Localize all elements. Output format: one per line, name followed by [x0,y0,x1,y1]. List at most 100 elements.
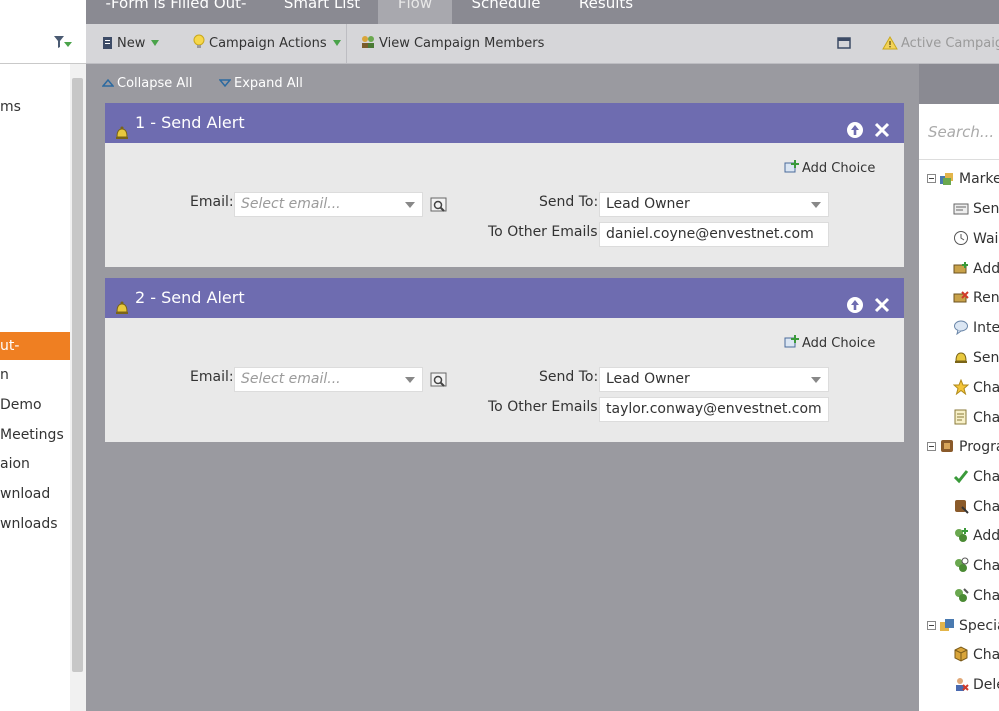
flow-step: 1 - Send Alert Add Choice Email: Select … [105,103,904,267]
members-icon [362,36,374,48]
chevron-down-icon [811,377,821,383]
send-to-value: Lead Owner [606,371,690,387]
toolbar-divider [346,24,347,64]
campaign-tabs: -Form is Filled Out- Smart List Flow Sch… [86,0,999,24]
tab-flow[interactable]: Flow [378,0,452,24]
tree-item[interactable]: wnload [0,480,70,508]
add-choice-button[interactable]: Add Choice [784,159,875,176]
send-to-value: Lead Owner [606,196,690,212]
email-select[interactable]: Select email... [234,367,423,392]
active-campaign-status: Active Campaign [882,34,999,54]
expand-all-button[interactable]: Expand All [218,76,303,92]
add-choice-label: Add Choice [802,161,876,176]
move-up-icon[interactable] [846,114,864,138]
change-program-icon [955,557,969,572]
triangle-down-icon [218,79,232,88]
palette-item[interactable]: Dele [953,674,999,696]
toolbar: New Campaign Actions View Campaign Membe… [86,24,999,64]
view-campaign-members-button[interactable]: View Campaign Members [360,34,544,54]
add-choice-button[interactable]: Add Choice [784,334,875,351]
other-emails-input[interactable]: daniel.coyne@envestnet.com [599,222,829,247]
edit-data-icon [954,409,967,425]
palette-item[interactable]: Wai [953,228,998,250]
palette-item[interactable]: Cha [953,496,999,518]
collapse-toggle-icon[interactable] [927,442,936,451]
campaign-actions-label: Campaign Actions [209,36,327,51]
tree-item-selected[interactable]: ut- [0,332,70,360]
collapse-toggle-icon[interactable] [927,621,936,630]
other-emails-input[interactable]: taylor.conway@envestnet.com [599,397,829,422]
left-scrollbar[interactable] [70,64,86,711]
warning-icon [882,36,898,50]
palette-item[interactable]: Cha [953,585,999,607]
window-icon[interactable] [837,34,854,54]
new-button[interactable]: New [102,34,160,54]
tree-item[interactable]: Meetings [0,421,70,449]
tree-item[interactable]: wnloads [0,510,70,538]
palette-item[interactable]: Cha [952,377,999,399]
left-tree-panel: ms ut- n Demo Meetings aion wnload wnloa… [0,0,86,711]
palette-item[interactable]: Cha [953,407,999,429]
palette-item[interactable]: Inte [953,317,999,339]
palette-item[interactable]: Sen [953,198,999,220]
left-scrollbar-thumb[interactable] [72,78,83,672]
change-program-icon [955,588,969,602]
tree-item[interactable]: aion [0,450,70,478]
send-to-label: Send To: [539,369,599,385]
collapse-toggle-icon[interactable] [927,174,936,183]
clock-icon [954,231,968,245]
view-members-label: View Campaign Members [379,36,545,51]
tab-smart-list[interactable]: Smart List [266,0,378,24]
flow-actions-palette: Search... Marke Sen Wai Add Ren Inte Sen… [919,104,999,711]
collapse-all-label: Collapse All [117,76,193,91]
send-to-select[interactable]: Lead Owner [599,367,829,392]
tree-item[interactable]: ms [0,93,70,121]
campaign-actions-button[interactable]: Campaign Actions [192,34,341,54]
palette-group-marketo[interactable]: Marke [927,168,999,190]
close-icon[interactable] [873,289,891,313]
add-choice-icon [784,335,799,348]
send-alert-icon [955,352,967,363]
star-icon [952,378,970,396]
close-icon[interactable] [873,114,891,138]
program-folder-icon [941,440,953,452]
chevron-down-icon [405,377,415,383]
palette-item[interactable]: Add [953,525,999,547]
tree-item[interactable]: Demo [0,391,70,419]
flow-step-header[interactable]: 1 - Send Alert [105,103,904,143]
flow-step-header[interactable]: 2 - Send Alert [105,278,904,318]
palette-item[interactable]: Add [953,258,999,280]
tab-results[interactable]: Results [560,0,652,24]
preview-email-icon[interactable] [430,197,448,213]
left-panel-toolbar [0,24,86,64]
chevron-down-icon [151,40,160,46]
send-to-select[interactable]: Lead Owner [599,192,829,217]
email-label: Email: [190,369,234,385]
palette-group-programs[interactable]: Progra [927,436,999,458]
tree-item[interactable]: n [0,361,70,389]
tab-form-filled-out[interactable]: -Form is Filled Out- [86,0,266,24]
preview-email-icon[interactable] [430,372,448,388]
tab-schedule[interactable]: Schedule [452,0,560,24]
palette-search-input[interactable]: Search... [919,104,999,160]
special-folder-icon [940,619,954,631]
program-status-icon [955,500,969,514]
palette-item[interactable]: Ren [953,287,999,309]
palette-item[interactable]: Cha [953,644,999,666]
email-label: Email: [190,194,234,210]
add-choice-label: Add Choice [802,336,876,351]
delete-person-icon [956,678,969,691]
email-select[interactable]: Select email... [234,192,423,217]
palette-item[interactable]: Sen [953,347,999,369]
palette-item[interactable]: Cha [953,466,999,488]
email-select-placeholder: Select email... [241,371,341,387]
palette-item[interactable]: Cha [953,555,999,577]
filter-icon[interactable] [52,32,76,52]
flow-step-title: 2 - Send Alert [135,288,245,307]
email-select-placeholder: Select email... [241,196,341,212]
palette-group-special[interactable]: Specia [927,615,999,637]
speech-bubble-icon [954,320,968,336]
flow-step-body: Add Choice Email: Select email... Send T… [105,143,904,267]
collapse-all-button[interactable]: Collapse All [101,76,193,92]
move-up-icon[interactable] [846,289,864,313]
